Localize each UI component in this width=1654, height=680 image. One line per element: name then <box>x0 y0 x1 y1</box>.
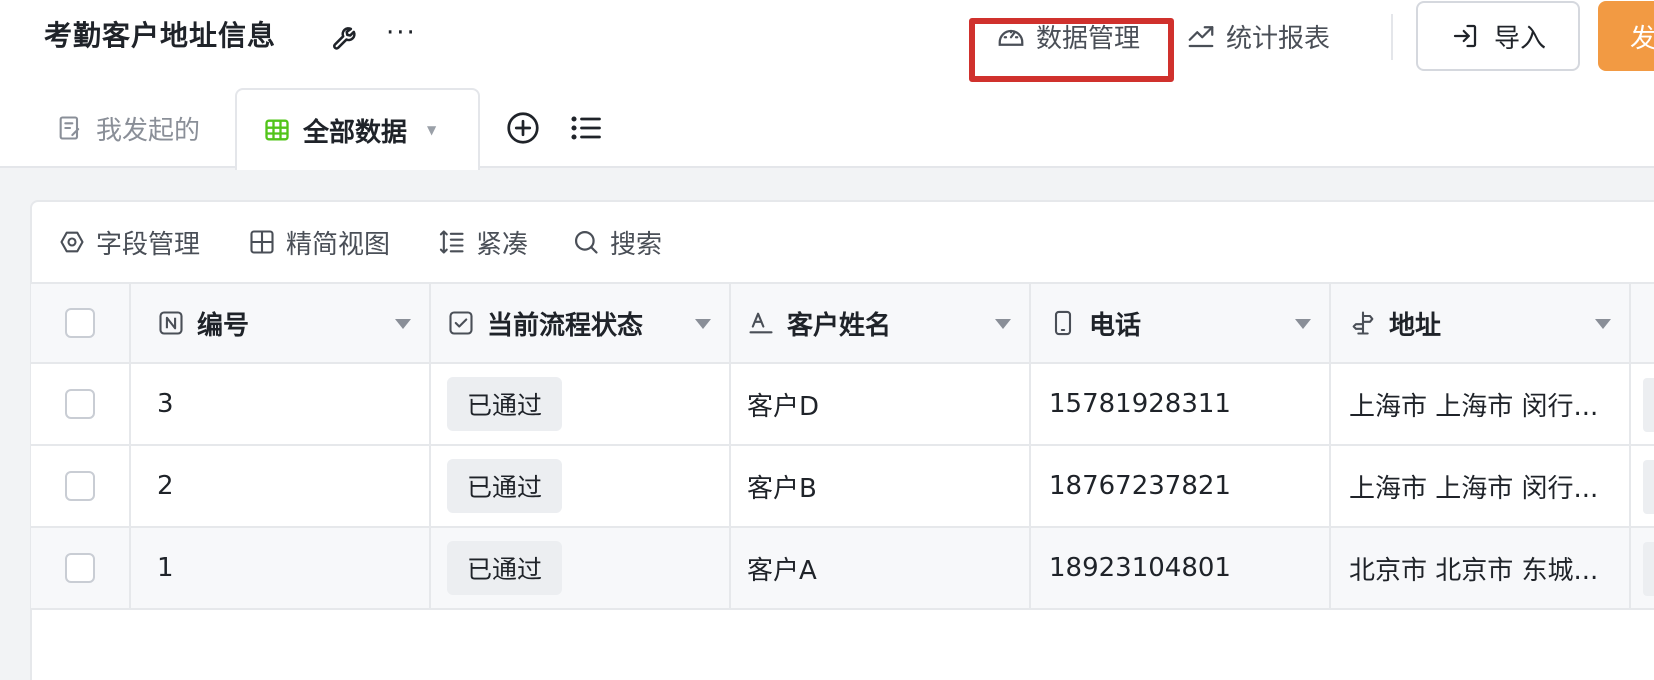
checkbox-field-icon <box>449 311 473 335</box>
cell-status: 已通过 <box>431 446 731 526</box>
column-header-label: 当前流程状态 <box>487 310 644 341</box>
row-checkbox[interactable] <box>65 389 95 419</box>
column-menu-icon[interactable] <box>1295 319 1311 329</box>
row-checkbox[interactable] <box>65 471 95 501</box>
column-menu-icon[interactable] <box>995 319 1011 329</box>
trend-chart-icon <box>1188 26 1214 48</box>
overflow-column-cell <box>1631 364 1654 444</box>
row-height-icon <box>439 230 464 254</box>
search-button[interactable]: 搜索 <box>572 222 662 262</box>
row-select-cell <box>31 528 131 608</box>
cell-address: 北京市 北京市 东城... <box>1331 528 1631 608</box>
cell-name: 客户D <box>731 364 1031 444</box>
settings-hex-icon <box>60 231 84 253</box>
column-menu-icon[interactable] <box>395 319 411 329</box>
overflow-badge-edge <box>1643 542 1654 596</box>
column-header-label: 编号 <box>197 310 250 341</box>
number-field-icon <box>159 311 183 335</box>
caret-down-icon[interactable]: ▼ <box>427 123 436 137</box>
tab-mine[interactable]: 我发起的 <box>56 88 200 168</box>
simple-view-label: 精简视图 <box>286 229 391 260</box>
toolbar-divider <box>1391 14 1393 60</box>
overflow-badge-edge <box>1643 460 1654 514</box>
search-label: 搜索 <box>610 229 663 260</box>
more-options-icon[interactable]: ··· <box>386 18 417 48</box>
cell-phone: 18767237821 <box>1031 446 1331 526</box>
cell-name: 客户A <box>731 528 1031 608</box>
search-icon <box>574 230 598 254</box>
column-header-name[interactable]: 客户姓名 <box>731 284 1031 362</box>
column-header-label: 客户姓名 <box>787 310 892 341</box>
status-badge: 已通过 <box>447 377 563 431</box>
wrench-icon[interactable] <box>330 20 364 54</box>
cell-status: 已通过 <box>431 528 731 608</box>
view-tabs: 我发起的 全部数据 ▼ <box>0 88 1654 170</box>
status-badge: 已通过 <box>447 541 563 595</box>
column-header-phone[interactable]: 电话 <box>1031 284 1331 362</box>
compact-button[interactable]: 紧凑 <box>438 222 528 262</box>
table-row[interactable]: 3 已通过 客户D 15781928311 上海市 上海市 闵行... <box>31 364 1654 446</box>
table-grid-icon <box>265 119 289 141</box>
cell-id: 2 <box>131 446 431 526</box>
page-title: 考勤客户地址信息 <box>44 19 277 52</box>
stats-report-label: 统计报表 <box>1226 23 1331 54</box>
column-header-address[interactable]: 地址 <box>1331 284 1631 362</box>
text-field-icon <box>749 312 773 334</box>
cell-status: 已通过 <box>431 364 731 444</box>
select-all-checkbox[interactable] <box>65 308 95 338</box>
publish-button[interactable]: 发 <box>1598 1 1654 71</box>
tab-all-data-label: 全部数据 <box>303 117 408 148</box>
column-menu-icon[interactable] <box>1595 319 1611 329</box>
column-header-status[interactable]: 当前流程状态 <box>431 284 731 362</box>
column-header-id[interactable]: 编号 <box>131 284 431 362</box>
column-menu-icon[interactable] <box>695 319 711 329</box>
field-manage-label: 字段管理 <box>96 229 201 260</box>
overflow-badge-edge <box>1643 378 1654 432</box>
form-edit-icon <box>59 116 80 140</box>
table-row[interactable]: 2 已通过 客户B 18767237821 上海市 上海市 闵行... <box>31 446 1654 528</box>
highlight-annotation-box <box>969 18 1174 82</box>
list-icon[interactable] <box>568 110 604 146</box>
overflow-column-cell <box>1631 284 1654 362</box>
add-view-icon[interactable] <box>505 110 541 146</box>
cell-id: 1 <box>131 528 431 608</box>
table-header-row: 编号 当前流程状态 客户姓名 电话 地址 <box>31 282 1654 364</box>
row-select-cell <box>31 446 131 526</box>
cell-phone: 15781928311 <box>1031 364 1331 444</box>
header-select-cell <box>31 284 131 362</box>
table-row[interactable]: 1 已通过 客户A 18923104801 北京市 北京市 东城... <box>31 528 1654 610</box>
import-icon <box>1453 24 1477 48</box>
overflow-column-cell <box>1631 528 1654 608</box>
field-manage-button[interactable]: 字段管理 <box>58 222 200 262</box>
cell-id: 3 <box>131 364 431 444</box>
grid-view-icon <box>250 230 274 254</box>
location-sign-icon <box>1352 311 1374 335</box>
phone-field-icon <box>1054 310 1072 336</box>
row-checkbox[interactable] <box>65 553 95 583</box>
tab-mine-label: 我发起的 <box>96 115 201 146</box>
import-label: 导入 <box>1493 23 1546 54</box>
column-header-label: 地址 <box>1389 310 1442 341</box>
import-button[interactable]: 导入 <box>1416 1 1580 71</box>
cell-address: 上海市 上海市 闵行... <box>1331 446 1631 526</box>
overflow-column-cell <box>1631 446 1654 526</box>
cell-name: 客户B <box>731 446 1031 526</box>
column-header-label: 电话 <box>1089 310 1142 341</box>
cell-phone: 18923104801 <box>1031 528 1331 608</box>
stats-report-button[interactable]: 统计报表 <box>1186 14 1330 58</box>
simple-view-button[interactable]: 精简视图 <box>248 222 390 262</box>
compact-label: 紧凑 <box>476 229 529 260</box>
cell-address: 上海市 上海市 闵行... <box>1331 364 1631 444</box>
tab-all-data[interactable]: 全部数据 ▼ <box>235 88 480 170</box>
row-select-cell <box>31 364 131 444</box>
status-badge: 已通过 <box>447 459 563 513</box>
